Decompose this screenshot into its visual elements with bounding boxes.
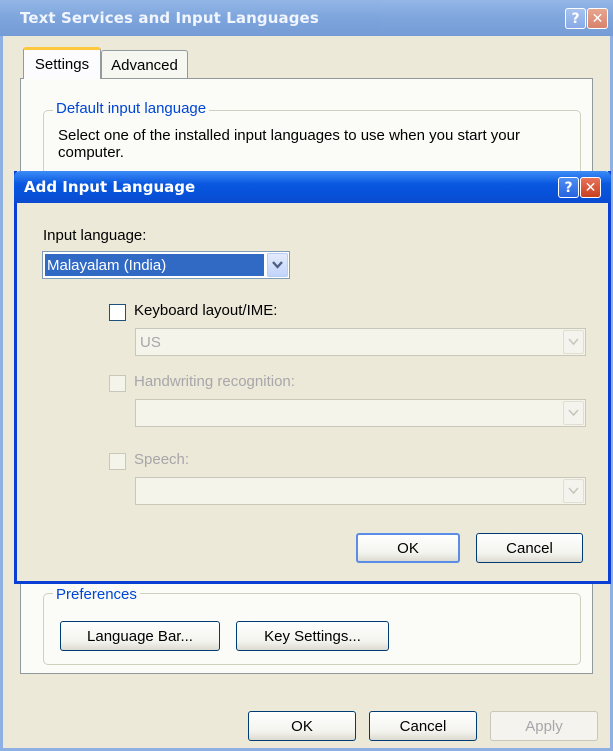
handwriting-recognition-select[interactable]	[135, 399, 586, 427]
chevron-down-icon[interactable]	[563, 330, 584, 354]
keyboard-layout-value: US	[140, 333, 161, 351]
speech-select[interactable]	[135, 477, 586, 505]
dialog-cancel-button-label: Cancel	[506, 539, 553, 557]
handwriting-recognition-label: Handwriting recognition:	[134, 373, 295, 390]
dialog-ok-button-label: OK	[397, 539, 419, 557]
chevron-down-icon[interactable]	[563, 401, 584, 425]
close-icon: ✕	[584, 179, 597, 196]
handwriting-recognition-checkbox[interactable]	[109, 375, 126, 392]
input-language-value: Malayalam (India)	[45, 254, 264, 276]
ok-button[interactable]: OK	[248, 711, 356, 741]
language-bar-button-label: Language Bar...	[87, 627, 193, 645]
dialog-cancel-button[interactable]: Cancel	[476, 533, 583, 563]
dialog-close-button[interactable]: ✕	[580, 177, 601, 198]
tab-settings-label: Settings	[34, 56, 90, 73]
apply-button-label: Apply	[525, 717, 563, 735]
add-input-language-dialog: Add Input Language ? ✕ Input language: M…	[14, 171, 611, 584]
window-close-button[interactable]: ✕	[587, 8, 608, 29]
window-title: Text Services and Input Languages	[20, 9, 319, 27]
speech-checkbox[interactable]	[109, 453, 126, 470]
default-input-language-legend: Default input language	[53, 100, 210, 117]
handwriting-recognition-value	[138, 402, 560, 424]
help-icon: ?	[571, 10, 580, 27]
tab-advanced[interactable]: Advanced	[101, 50, 188, 79]
key-settings-button-label: Key Settings...	[264, 627, 361, 645]
dialog-ok-button[interactable]: OK	[356, 533, 460, 563]
dialog-title: Add Input Language	[24, 178, 196, 196]
chevron-down-icon[interactable]	[563, 479, 584, 503]
keyboard-layout-select[interactable]: US	[135, 328, 586, 356]
speech-label: Speech:	[134, 451, 190, 468]
input-language-select[interactable]: Malayalam (India)	[42, 251, 290, 279]
tab-settings[interactable]: Settings	[23, 47, 101, 79]
default-input-language-description: Select one of the installed input langua…	[58, 127, 520, 161]
key-settings-button[interactable]: Key Settings...	[236, 621, 389, 651]
cancel-button-label: Cancel	[399, 717, 447, 735]
keyboard-layout-checkbox[interactable]	[109, 304, 126, 321]
chevron-down-icon[interactable]	[267, 253, 288, 277]
language-bar-button[interactable]: Language Bar...	[60, 621, 220, 651]
ok-button-label: OK	[291, 717, 313, 735]
window-title-bar[interactable]: Text Services and Input Languages	[0, 0, 613, 36]
dialog-title-bar[interactable]: Add Input Language ? ✕	[14, 171, 611, 203]
help-icon: ?	[564, 179, 573, 196]
input-language-label: Input language:	[43, 227, 147, 244]
window-help-button[interactable]: ?	[565, 8, 586, 29]
cancel-button[interactable]: Cancel	[369, 711, 477, 741]
speech-value	[138, 480, 560, 502]
close-icon: ✕	[591, 10, 604, 27]
apply-button[interactable]: Apply	[490, 711, 598, 741]
keyboard-layout-label: Keyboard layout/IME:	[134, 302, 278, 319]
tab-advanced-label: Advanced	[111, 56, 178, 74]
preferences-legend: Preferences	[53, 586, 140, 603]
dialog-help-button[interactable]: ?	[558, 177, 579, 198]
